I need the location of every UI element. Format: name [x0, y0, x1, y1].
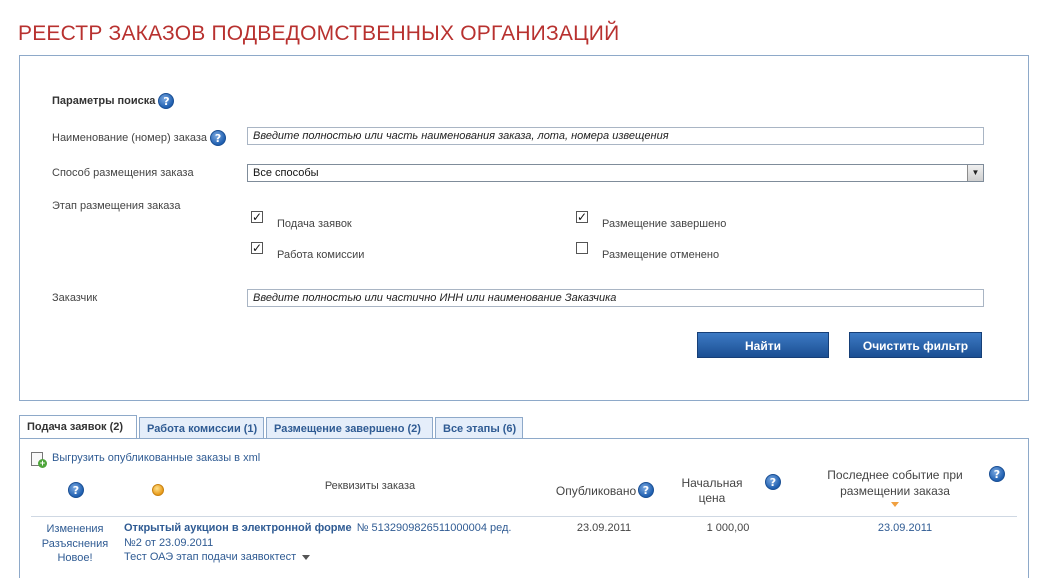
last-event-date[interactable]: 23.09.2011 [825, 522, 985, 534]
chevron-down-icon[interactable] [302, 554, 311, 560]
tab-all-stages[interactable]: Все этапы (6) [435, 417, 523, 439]
order-type-link[interactable]: Открытый аукцион в электронной форме [124, 522, 352, 534]
help-icon[interactable]: ? [989, 466, 1005, 482]
stage-label-submission: Подача заявок [277, 218, 352, 230]
stage-label-commission: Работа комиссии [277, 249, 365, 261]
status-changes-link[interactable]: Изменения [40, 523, 110, 535]
order-number-link[interactable]: № 5132909826511000004 ред. [357, 522, 512, 534]
search-filter-panel: Параметры поиска ? Наименование (номер) … [19, 55, 1029, 401]
customer-label: Заказчик [52, 292, 98, 304]
sort-desc-icon[interactable] [891, 502, 899, 507]
export-xml-link[interactable]: Выгрузить опубликованные заказы в xml [52, 452, 260, 464]
help-icon[interactable]: ? [765, 474, 781, 490]
clear-filter-button[interactable]: Очистить фильтр [849, 332, 982, 358]
placement-method-value: Все способы [253, 167, 319, 179]
stage-checkbox-cancelled[interactable] [576, 242, 588, 254]
help-icon[interactable]: ? [68, 482, 84, 498]
help-icon[interactable]: ? [210, 130, 227, 146]
header-divider [31, 516, 1017, 517]
status-new-badge: Новое! [57, 552, 93, 564]
status-legend-icon[interactable] [152, 484, 164, 496]
find-button[interactable]: Найти [697, 332, 829, 358]
help-icon[interactable]: ? [158, 93, 175, 109]
stage-label-completed: Размещение завершено [602, 218, 727, 230]
status-clarifications-link[interactable]: Разъяснения [40, 538, 110, 550]
published-date: 23.09.2011 [576, 522, 632, 534]
page-title: РЕЕСТР ЗАКАЗОВ ПОДВЕДОМСТВЕННЫХ ОРГАНИЗА… [18, 22, 620, 45]
tab-completed[interactable]: Размещение завершено (2) [266, 417, 433, 439]
column-requisites: Реквизиты заказа [324, 480, 416, 492]
initial-price: 1 000,00 [706, 522, 750, 534]
order-name-input[interactable]: Введите полностью или часть наименования… [247, 127, 984, 145]
tab-submission[interactable]: Подача заявок (2) [19, 415, 137, 439]
column-price-line1[interactable]: Начальная [679, 476, 745, 490]
stage-label-cancelled: Размещение отменено [602, 249, 720, 261]
order-revision[interactable]: №2 от 23.09.2011 [124, 537, 213, 549]
placement-method-label: Способ размещения заказа [52, 167, 194, 179]
order-title: Открытый аукцион в электронной форме № 5… [124, 522, 512, 534]
column-published[interactable]: Опубликовано [551, 484, 641, 498]
stage-checkbox-submission[interactable]: ✓ [251, 211, 263, 223]
xml-export-icon: + [31, 452, 47, 468]
order-subject[interactable]: Тест ОАЭ этап подачи заявоктест [124, 551, 311, 563]
column-price-line2[interactable]: цена [679, 491, 745, 505]
placement-method-select[interactable]: Все способы ▼ [247, 164, 984, 182]
column-event-line1[interactable]: Последнее событие при [815, 468, 975, 482]
search-params-heading: Параметры поиска ? [52, 93, 175, 109]
column-event-line2[interactable]: размещении заказа [815, 484, 975, 498]
stage-checkbox-commission[interactable]: ✓ [251, 242, 263, 254]
order-name-label: Наименование (номер) заказа ? [52, 130, 227, 146]
results-panel: + Выгрузить опубликованные заказы в xml … [19, 438, 1029, 578]
chevron-down-icon[interactable]: ▼ [967, 165, 983, 181]
stage-checkbox-completed[interactable]: ✓ [576, 211, 588, 223]
customer-input[interactable]: Введите полностью или частично ИНН или н… [247, 289, 984, 307]
tab-commission[interactable]: Работа комиссии (1) [139, 417, 264, 439]
placement-stage-label: Этап размещения заказа [52, 200, 181, 212]
help-icon[interactable]: ? [638, 482, 654, 498]
